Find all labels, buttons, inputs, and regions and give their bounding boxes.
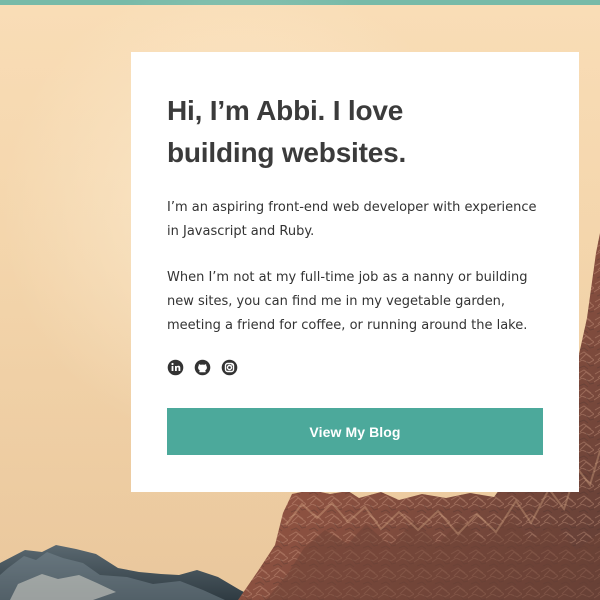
intro-card: Hi, I’m Abbi. I love building websites. …	[131, 52, 579, 492]
bio-text: When I’m not at my full-time job as a na…	[167, 270, 528, 333]
instagram-link[interactable]	[221, 359, 238, 376]
view-blog-button[interactable]: View My Blog	[167, 408, 543, 455]
page-title: Hi, I’m Abbi. I love building websites.	[167, 95, 407, 168]
linkedin-icon	[167, 359, 184, 375]
social-links	[167, 358, 543, 376]
intro-text: I’m an aspiring front-end web developer …	[167, 200, 537, 239]
instagram-icon	[221, 359, 238, 375]
linkedin-link[interactable]	[167, 359, 184, 376]
github-icon	[194, 359, 211, 375]
github-link[interactable]	[194, 359, 211, 376]
